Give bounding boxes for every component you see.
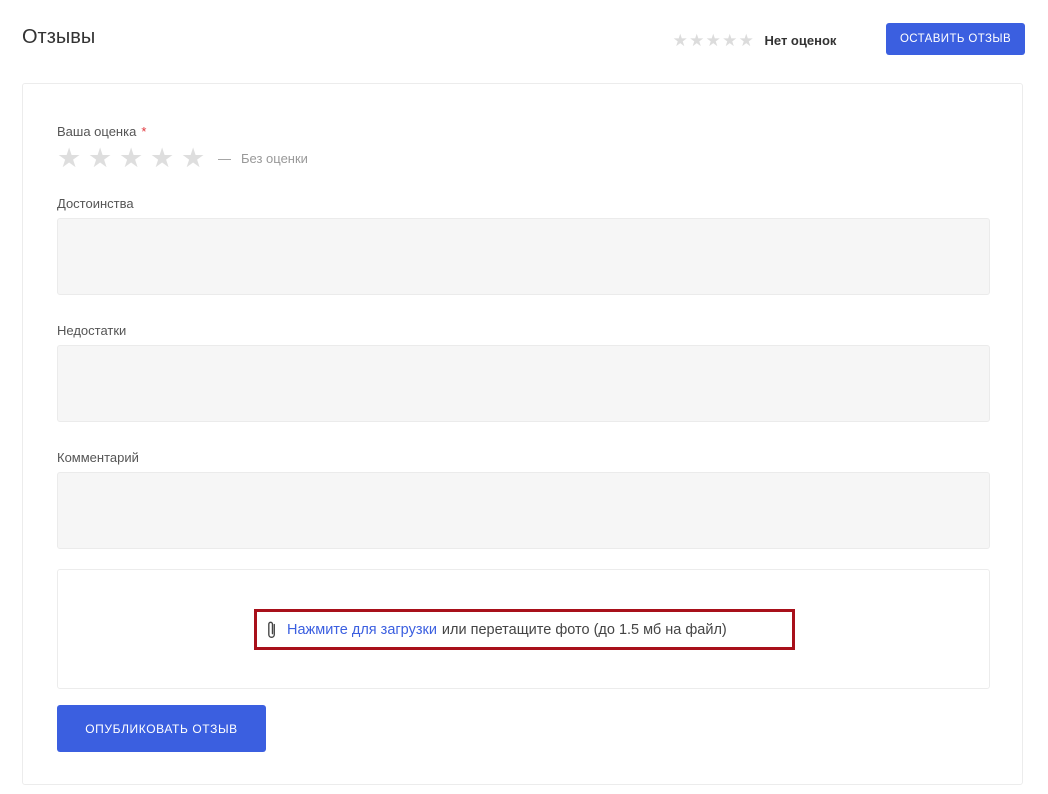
star-icon: ★: [705, 31, 721, 50]
upload-link[interactable]: Нажмите для загрузки: [287, 622, 437, 638]
upload-hint: или перетащите фото (до 1.5 мб на файл): [441, 621, 727, 638]
pros-field[interactable]: [57, 218, 990, 295]
rating-status: Без оценки: [241, 151, 308, 166]
publish-review-button[interactable]: ОПУБЛИКОВАТЬ ОТЗЫВ: [57, 705, 266, 752]
leave-review-button[interactable]: ОСТАВИТЬ ОТЗЫВ: [886, 23, 1025, 55]
comment-field[interactable]: [57, 472, 990, 549]
rating-label: Ваша оценка *: [57, 124, 146, 139]
summary-text: Нет оценок: [764, 33, 837, 48]
rating-star-2-icon[interactable]: ★: [88, 145, 119, 172]
rating-input: ★ ★ ★ ★ ★ — Без оценки: [57, 145, 308, 172]
rating-star-5-icon[interactable]: ★: [181, 145, 212, 172]
pros-label: Достоинства: [57, 196, 134, 211]
summary-stars: ★ ★ ★ ★ ★: [672, 32, 755, 49]
star-icon: ★: [672, 31, 688, 50]
upload-prompt: Нажмите для загрузки или перетащите фото…: [254, 609, 795, 650]
rating-star-3-icon[interactable]: ★: [119, 145, 150, 172]
rating-summary: ★ ★ ★ ★ ★ Нет оценок: [672, 32, 837, 49]
page-title: Отзывы: [22, 26, 96, 48]
rating-label-text: Ваша оценка: [57, 124, 137, 139]
rating-star-1-icon[interactable]: ★: [57, 145, 88, 172]
star-icon: ★: [722, 31, 738, 50]
star-icon: ★: [689, 31, 705, 50]
rating-dash: —: [218, 151, 231, 166]
paperclip-icon: [268, 621, 275, 638]
star-icon: ★: [738, 31, 754, 50]
comment-label: Комментарий: [57, 450, 139, 465]
required-mark: *: [141, 124, 147, 139]
rating-star-4-icon[interactable]: ★: [150, 145, 181, 172]
cons-field[interactable]: [57, 345, 990, 422]
cons-label: Недостатки: [57, 323, 127, 338]
